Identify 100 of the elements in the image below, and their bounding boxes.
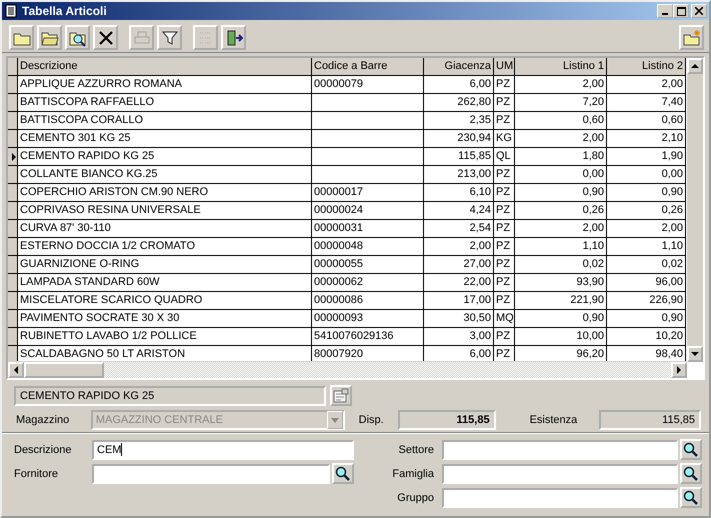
input-field[interactable]: CEM — [92, 440, 354, 460]
table-cell: APPLIQUE AZZURRO ROMANA — [18, 76, 312, 94]
column-header[interactable]: UM — [494, 58, 515, 76]
maximize-button[interactable] — [673, 4, 689, 18]
scroll-down-button[interactable] — [687, 346, 703, 362]
row-indicator[interactable] — [8, 202, 18, 220]
search-button[interactable] — [680, 487, 702, 508]
table-cell: 1,10 — [515, 238, 607, 256]
table-cell: 00000031 — [312, 220, 424, 238]
table-cell: PZ — [494, 274, 515, 292]
available-field: 115,85 — [398, 410, 496, 430]
table-cell: MISCELATORE SCARICO QUADRO — [18, 292, 312, 310]
table-cell: PZ — [494, 292, 515, 310]
column-header[interactable]: Giacenza — [424, 58, 494, 76]
row-indicator[interactable] — [8, 220, 18, 238]
table-cell: 2,00 — [515, 220, 607, 238]
input-field[interactable] — [92, 464, 330, 484]
table-cell: PZ — [494, 238, 515, 256]
table-cell: 0,02 — [515, 256, 607, 274]
row-indicator[interactable] — [8, 94, 18, 112]
table-cell: 00000055 — [312, 256, 424, 274]
table-cell: 00000062 — [312, 274, 424, 292]
table-cell: 00000024 — [312, 202, 424, 220]
table-cell: 30,50 — [424, 310, 494, 328]
column-header[interactable]: Descrizione — [18, 58, 312, 76]
table-cell: MQ — [494, 310, 515, 328]
column-header[interactable]: Listino 2 — [607, 58, 686, 76]
row-indicator[interactable] — [8, 346, 18, 361]
maximize-icon — [676, 6, 686, 16]
filter-tool-button[interactable] — [157, 25, 182, 50]
table-cell: 10,00 — [515, 328, 607, 346]
table-cell: COPRIVASO RESINA UNIVERSALE — [18, 202, 312, 220]
table-cell: 0,00 — [515, 166, 607, 184]
delete-tool-button[interactable] — [93, 25, 118, 50]
row-indicator[interactable] — [8, 256, 18, 274]
table-cell: 93,90 — [515, 274, 607, 292]
column-header[interactable]: Listino 1 — [515, 58, 607, 76]
table-cell: 2,00 — [515, 76, 607, 94]
row-indicator[interactable] — [8, 328, 18, 346]
table-cell: GUARNIZIONE O-RING — [18, 256, 312, 274]
search-button[interactable] — [680, 439, 702, 460]
new-folder-icon — [682, 28, 700, 46]
input-field[interactable] — [442, 440, 678, 460]
scroll-right-button[interactable] — [671, 362, 687, 378]
row-indicator[interactable] — [8, 130, 18, 148]
search-button[interactable] — [332, 463, 354, 484]
table-cell: 00000079 — [312, 76, 424, 94]
field-label: Esistenza — [530, 414, 578, 426]
table-cell: PZ — [494, 94, 515, 112]
minimize-button[interactable] — [657, 4, 673, 18]
table-cell: 10,20 — [607, 328, 686, 346]
row-indicator[interactable] — [8, 292, 18, 310]
row-indicator[interactable] — [8, 184, 18, 202]
table-cell: 2,00 — [515, 130, 607, 148]
table-cell: KG — [494, 130, 515, 148]
row-indicator[interactable] — [8, 310, 18, 328]
table-cell: 115,85 — [424, 148, 494, 166]
form-icon — [333, 388, 349, 404]
scroll-up-button[interactable] — [687, 58, 703, 74]
close-button[interactable] — [691, 4, 707, 18]
column-header[interactable]: Codice a Barre — [312, 58, 424, 76]
table-cell: 6,00 — [424, 76, 494, 94]
row-indicator[interactable] — [8, 166, 18, 184]
new-tool-button[interactable] — [9, 25, 34, 50]
row-indicator[interactable] — [8, 76, 18, 94]
scroll-thumb[interactable] — [24, 362, 104, 378]
row-indicator[interactable] — [8, 238, 18, 256]
row-indicator[interactable] — [8, 148, 18, 166]
row-indicator[interactable] — [8, 112, 18, 130]
table-cell: CEMENTO 301 KG 25 — [18, 130, 312, 148]
current-row-icon — [12, 152, 16, 160]
table-cell: 0,90 — [515, 310, 607, 328]
down-arrow-icon — [691, 351, 699, 357]
field-label: Fornitore — [14, 468, 60, 480]
details-button[interactable] — [330, 385, 352, 406]
search-button[interactable] — [680, 463, 702, 484]
table-cell: PAVIMENTO SOCRATE 30 X 30 — [18, 310, 312, 328]
table-cell: PZ — [494, 184, 515, 202]
input-field[interactable] — [442, 464, 678, 484]
scroll-left-button[interactable] — [8, 362, 24, 378]
input-field[interactable] — [442, 488, 678, 508]
table-cell: QL — [494, 148, 515, 166]
right-arrow-icon — [676, 366, 682, 374]
row-indicator[interactable] — [8, 274, 18, 292]
table-cell: 2,54 — [424, 220, 494, 238]
table-cell: PZ — [494, 256, 515, 274]
exit-tool-button[interactable] — [221, 25, 246, 50]
table-cell: 230,94 — [424, 130, 494, 148]
table-cell: PZ — [494, 202, 515, 220]
open-tool-button[interactable] — [37, 25, 62, 50]
table-cell: 00000048 — [312, 238, 424, 256]
field-label: Gruppo — [396, 492, 434, 504]
table-cell: 2,00 — [607, 220, 686, 238]
stock-field: 115,85 — [598, 410, 701, 430]
new-record-button[interactable] — [679, 25, 704, 50]
table-cell: 1,10 — [607, 238, 686, 256]
table-cell: 0,60 — [607, 112, 686, 130]
field-label: Magazzino — [16, 414, 70, 426]
search-icon — [683, 466, 699, 482]
search-tool-button[interactable] — [65, 25, 90, 50]
